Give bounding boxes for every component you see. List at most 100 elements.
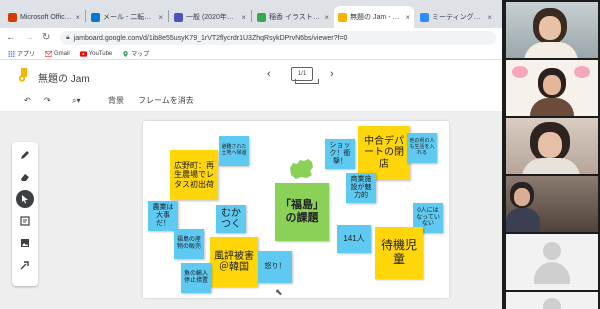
jam-board[interactable]: 広野町：再生農場でレタス初出荷 避難された土地へ帰還 農業は大事だ！ むかつく …: [143, 121, 449, 298]
canvas-area: 広野町：再生農場でレタス初出荷 避難された土地へ帰還 農業は大事だ！ むかつく …: [0, 112, 502, 309]
sticky-note[interactable]: 魚の輸入停止措置: [181, 263, 211, 293]
tab-zoom[interactable]: ミーティング情報 - Zoo ×: [416, 6, 496, 28]
bookmark-youtube[interactable]: YouTube: [79, 50, 113, 57]
tab-title: ミーティング情報 - Zoo: [432, 14, 485, 21]
video-participants-panel: [502, 0, 600, 309]
url-text: jamboard.google.com/d/1ib8e55usyK79_1rVT…: [73, 34, 348, 42]
apps-icon: [8, 50, 15, 57]
video-tile[interactable]: [506, 176, 598, 232]
tab-google-search[interactable]: 稲香 イラスト - Google ×: [253, 6, 333, 28]
youtube-icon: [79, 50, 87, 57]
redo-icon[interactable]: ↷: [44, 96, 51, 106]
sticky-note[interactable]: 怒り！: [258, 251, 292, 283]
office-icon: [8, 12, 17, 22]
sticky-note[interactable]: ショック！衝撃！: [325, 139, 355, 169]
frame-counter[interactable]: 1/1: [291, 67, 319, 84]
google-icon: [257, 12, 266, 22]
close-icon[interactable]: ×: [324, 13, 329, 22]
next-frame-icon[interactable]: ›: [330, 68, 334, 80]
previous-frame-icon[interactable]: ‹: [267, 68, 271, 80]
sticky-note[interactable]: 福島の産物の販売: [174, 229, 204, 259]
outlook-icon: [91, 12, 100, 22]
sticky-note[interactable]: 他の県の人も生活を入れる: [407, 133, 437, 163]
bookmark-label: アプリ: [17, 52, 36, 58]
app-header: 無題の Jam ‹ 1/1 ›: [0, 60, 502, 90]
person-face: [514, 188, 530, 206]
video-tile[interactable]: [506, 118, 598, 174]
screen: Microsoft Office ホー × メール - 二転手優子 × 一般 (…: [0, 0, 600, 309]
person-body: [506, 208, 540, 232]
video-tile[interactable]: [506, 60, 598, 116]
bookmarks-bar: アプリ Gmail YouTube マップ: [0, 48, 502, 60]
avatar-placeholder-body: [534, 262, 570, 284]
zoom-icon[interactable]: ⌕▾: [72, 96, 81, 106]
close-icon[interactable]: ×: [241, 13, 246, 22]
back-icon[interactable]: ←: [6, 33, 16, 43]
bookmark-gmail[interactable]: Gmail: [45, 51, 70, 57]
tab-title: 無題の Jam - Google: [350, 14, 402, 21]
bookmark-apps[interactable]: アプリ: [8, 49, 35, 58]
sticky-note[interactable]: 商業施設が魅力的: [346, 173, 376, 203]
video-tile[interactable]: [506, 2, 598, 58]
tab-teams[interactable]: 一般 (2020年度 短 ×: [170, 6, 250, 28]
tab-divider: [85, 10, 86, 22]
tab-bar: Microsoft Office ホー × メール - 二転手優子 × 一般 (…: [0, 0, 502, 28]
jamboard-icon: [338, 12, 347, 22]
forward-icon[interactable]: →: [24, 33, 34, 43]
tab-office[interactable]: Microsoft Office ホー ×: [4, 6, 84, 28]
video-tile[interactable]: [506, 234, 598, 290]
tab-divider: [168, 10, 169, 22]
tools-sidebar: [12, 142, 38, 286]
person-face: [543, 75, 561, 95]
close-icon[interactable]: ×: [158, 13, 163, 22]
gmail-icon: [45, 50, 53, 57]
sticky-note[interactable]: 農業は大事だ！: [148, 201, 178, 231]
person-face: [538, 132, 562, 158]
clear-frame-button[interactable]: フレームを消去: [138, 96, 194, 106]
tab-outlook[interactable]: メール - 二転手優子 ×: [87, 6, 167, 28]
tab-divider: [251, 10, 252, 22]
video-tile[interactable]: [506, 292, 598, 309]
bookmark-maps[interactable]: マップ: [122, 49, 149, 58]
zoom-icon: [420, 12, 429, 22]
tab-title: メール - 二転手優子: [103, 14, 155, 21]
tab-jamboard[interactable]: 無題の Jam - Google ×: [334, 6, 414, 28]
undo-icon[interactable]: ↶: [24, 96, 31, 106]
close-icon[interactable]: ×: [405, 13, 410, 22]
pig-illustration-icon: [574, 66, 590, 78]
sticky-note[interactable]: むかつく: [216, 205, 246, 233]
avatar-placeholder-icon: [543, 298, 561, 309]
avatar-placeholder-icon: [543, 242, 561, 260]
reload-icon[interactable]: ↻: [42, 33, 50, 43]
sticky-note[interactable]: 広野町：再生農場でレタス初出荷: [170, 150, 218, 200]
sticky-note-icon[interactable]: [16, 212, 34, 230]
background-button[interactable]: 背景: [108, 96, 124, 106]
url-field[interactable]: 🔒︎ jamboard.google.com/d/1ib8e55usyK79_1…: [60, 31, 496, 45]
bookmark-label: Gmail: [54, 50, 70, 57]
maps-icon: [123, 50, 129, 57]
sticky-note[interactable]: 141人: [337, 225, 371, 253]
pen-icon[interactable]: [16, 146, 34, 164]
teams-icon: [174, 12, 183, 22]
bookmark-label: YouTube: [88, 50, 113, 57]
eraser-icon[interactable]: [16, 168, 34, 186]
sticky-note-center[interactable]: 「福島」の課題: [275, 183, 329, 241]
address-bar: ← → ↻ 🔒︎ jamboard.google.com/d/1ib8e55us…: [0, 28, 502, 48]
tab-title: 一般 (2020年度 短: [186, 14, 239, 21]
sticky-note[interactable]: 避難された土地へ帰還: [219, 136, 249, 166]
select-icon[interactable]: [16, 190, 34, 208]
mouse-cursor-icon: ⬉: [275, 287, 283, 297]
sticky-note[interactable]: 中合デパートの閉店: [358, 126, 410, 180]
laser-icon[interactable]: [16, 256, 34, 274]
sticky-note[interactable]: 待機児童: [375, 227, 423, 279]
image-icon[interactable]: [16, 234, 34, 252]
lock-icon: 🔒︎: [66, 34, 70, 41]
person-face: [539, 16, 561, 40]
close-icon[interactable]: ×: [75, 13, 80, 22]
pig-illustration-icon: [512, 66, 528, 78]
toolbar: ↶ ↷ ⌕▾ 背景 フレームを消去: [0, 90, 502, 112]
close-icon[interactable]: ×: [487, 13, 492, 22]
document-title[interactable]: 無題の Jam: [38, 70, 90, 85]
tab-title: 稲香 イラスト - Google: [269, 14, 321, 21]
sticky-note[interactable]: 風評被害＠韓国: [210, 237, 258, 287]
